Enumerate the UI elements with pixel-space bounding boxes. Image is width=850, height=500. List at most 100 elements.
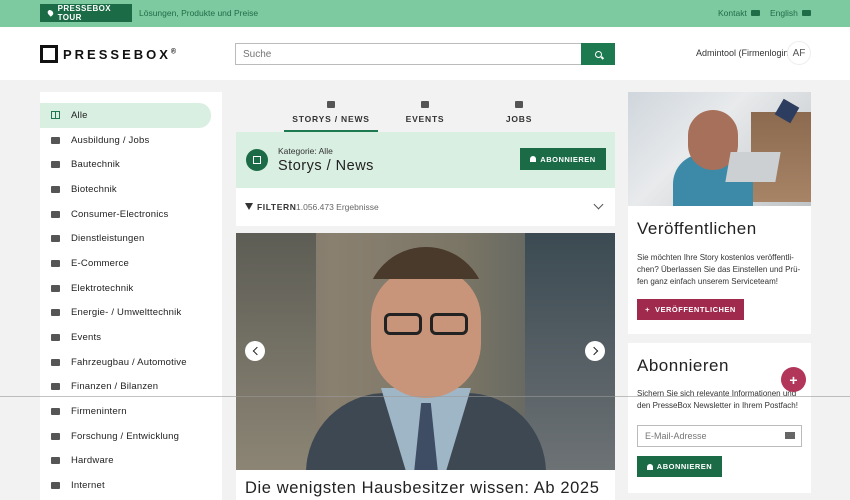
tab-label: STORYS / NEWS xyxy=(292,114,370,124)
english-link[interactable]: English xyxy=(770,8,811,18)
lab-icon xyxy=(51,432,60,440)
publish-card-text: Sie möchten Ihre Story kostenlos veröffe… xyxy=(637,253,801,286)
avatar[interactable]: AF xyxy=(787,41,811,65)
subscribe-label: ABONNIEREN xyxy=(540,154,596,164)
plus-icon: + xyxy=(789,371,798,388)
category-header: Kategorie: Alle Storys / News ABONNIEREN xyxy=(236,132,615,188)
result-count: 1.056.473 Ergebnisse xyxy=(296,202,379,212)
newsletter-subscribe-button[interactable]: ABONNIEREN xyxy=(637,456,722,477)
sidebar-item-label: E-Commerce xyxy=(71,257,129,269)
sidebar-item-label: Firmenintern xyxy=(71,406,127,418)
search-button[interactable] xyxy=(581,43,615,65)
subscribe-card: Abonnieren Sichern Sie sich relevante In… xyxy=(628,343,811,493)
sidebar-item-label: Dienstleistungen xyxy=(71,233,145,245)
sidebar-item-label: Ausbildung / Jobs xyxy=(71,134,150,146)
email-field[interactable] xyxy=(637,425,802,447)
tab-events[interactable]: EVENTS xyxy=(384,98,466,132)
sidebar-item-label: Bautechnik xyxy=(71,159,121,171)
tour-subtitle-link[interactable]: Lösungen, Produkte und Preise xyxy=(139,8,258,18)
funnel-icon xyxy=(245,203,253,210)
content-tabs: STORYS / NEWS EVENTS JOBS xyxy=(284,98,567,132)
sidebar-item-consumer-electronics[interactable]: Consumer-Electronics xyxy=(40,202,222,227)
publish-card-title: Veröffentlichen xyxy=(637,219,757,238)
english-label: English xyxy=(770,8,798,18)
sidebar-item-fahrzeugbau-automotive[interactable]: Fahrzeugbau / Automotive xyxy=(40,350,222,375)
story-card: Die wenigsten Hausbesitzer wissen: Ab 20… xyxy=(236,470,615,500)
flag-icon xyxy=(801,10,811,16)
sidebar-item-e-commerce[interactable]: E-Commerce xyxy=(40,251,222,276)
tab-jobs[interactable]: JOBS xyxy=(476,98,562,132)
briefcase-icon xyxy=(515,101,523,108)
sidebar-item-energie-umwelttechnik[interactable]: Energie- / Umwelttechnik xyxy=(40,301,222,326)
bell-icon xyxy=(646,463,653,470)
sidebar-item-hardware[interactable]: Hardware xyxy=(40,449,222,474)
logo-registered-mark: ® xyxy=(170,48,177,56)
sidebar-item-label: Alle xyxy=(71,109,88,121)
sidebar-item-ausbildung-jobs[interactable]: Ausbildung / Jobs xyxy=(40,128,222,153)
filter-label: FILTERN xyxy=(257,202,297,212)
bell-icon xyxy=(530,156,537,162)
plus-icon: + xyxy=(645,305,651,314)
subscribe-category-button[interactable]: ABONNIEREN xyxy=(520,148,606,170)
sidebar-item-firmenintern[interactable]: Firmenintern xyxy=(40,399,222,424)
carousel-prev-button[interactable] xyxy=(245,341,265,361)
category-title: Storys / News xyxy=(278,158,374,174)
building-icon xyxy=(51,408,60,416)
calendar-icon xyxy=(51,334,60,342)
sidebar-item-dienstleistungen[interactable]: Dienstleistungen xyxy=(40,226,222,251)
grid-icon xyxy=(246,149,268,171)
location-pin-icon xyxy=(46,9,55,17)
service-icon xyxy=(51,235,60,243)
filter-bar[interactable]: FILTERN 1.056.473 Ergebnisse xyxy=(236,188,615,226)
top-bar: PRESSEBOX TOUR Lösungen, Produkte und Pr… xyxy=(0,0,850,27)
admintool-link[interactable]: Admintool (Firmenlogin) xyxy=(696,48,792,58)
sidebar-item-internet[interactable]: Internet xyxy=(40,473,222,498)
category-sidebar: Alle Ausbildung / Jobs Bautechnik Biotec… xyxy=(40,92,222,500)
sidebar-item-label: Forschung / Entwicklung xyxy=(71,430,180,442)
piggy-bank-icon xyxy=(51,383,60,391)
chevron-left-icon xyxy=(252,346,261,356)
cart-icon xyxy=(51,259,60,267)
carousel-next-button[interactable] xyxy=(585,341,605,361)
solar-icon xyxy=(51,309,60,317)
chevron-down-icon[interactable] xyxy=(593,199,604,210)
add-fab-button[interactable]: + xyxy=(781,367,806,392)
story-image[interactable] xyxy=(236,233,615,470)
calendar-icon xyxy=(421,101,429,108)
newsletter-subscribe-label: ABONNIEREN xyxy=(656,462,713,471)
excavator-icon xyxy=(51,161,60,169)
search-input[interactable] xyxy=(235,43,582,65)
publish-button-label: VERÖFFENTLICHEN xyxy=(655,305,736,314)
sidebar-item-biotechnik[interactable]: Biotechnik xyxy=(40,177,222,202)
bolt-icon xyxy=(51,284,60,292)
pressebox-logo[interactable]: PRESSEBOX® xyxy=(40,45,176,63)
subscribe-card-title: Abonnieren xyxy=(637,356,729,375)
sidebar-item-label: Consumer-Electronics xyxy=(71,208,169,220)
publish-button[interactable]: + VERÖFFENTLICHEN xyxy=(637,299,744,320)
envelope-icon xyxy=(750,10,760,16)
sidebar-item-label: Fahrzeugbau / Automotive xyxy=(71,356,187,368)
sidebar-item-elektrotechnik[interactable]: Elektrotechnik xyxy=(40,276,222,301)
sidebar-item-forschung-entwicklung[interactable]: Forschung / Entwicklung xyxy=(40,424,222,449)
tab-label: JOBS xyxy=(505,114,533,124)
tab-storys-news[interactable]: STORYS / NEWS xyxy=(284,98,378,132)
sidebar-item-label: Finanzen / Bilanzen xyxy=(71,381,159,393)
pressebox-tour-button[interactable]: PRESSEBOX TOUR xyxy=(40,4,132,22)
kontakt-label: Kontakt xyxy=(718,8,747,18)
car-icon xyxy=(51,358,60,366)
kontakt-link[interactable]: Kontakt xyxy=(718,8,760,18)
publish-card: Veröffentlichen Sie möchten Ihre Story k… xyxy=(628,92,811,334)
devices-icon xyxy=(51,210,60,218)
wifi-icon xyxy=(51,482,60,490)
tour-label: PRESSEBOX TOUR xyxy=(57,4,112,22)
story-headline[interactable]: Die wenigsten Hausbesitzer wissen: Ab 20… xyxy=(245,479,599,498)
sidebar-item-events[interactable]: Events xyxy=(40,325,222,350)
logo-square-icon xyxy=(40,45,58,63)
tab-label: EVENTS xyxy=(405,114,445,124)
sidebar-item-label: Elektrotechnik xyxy=(71,282,134,294)
sidebar-item-alle[interactable]: Alle xyxy=(40,103,211,128)
newspaper-icon xyxy=(327,101,335,108)
sidebar-item-bautechnik[interactable]: Bautechnik xyxy=(40,152,222,177)
envelope-icon xyxy=(785,432,795,439)
sidebar-item-label: Events xyxy=(71,332,102,344)
